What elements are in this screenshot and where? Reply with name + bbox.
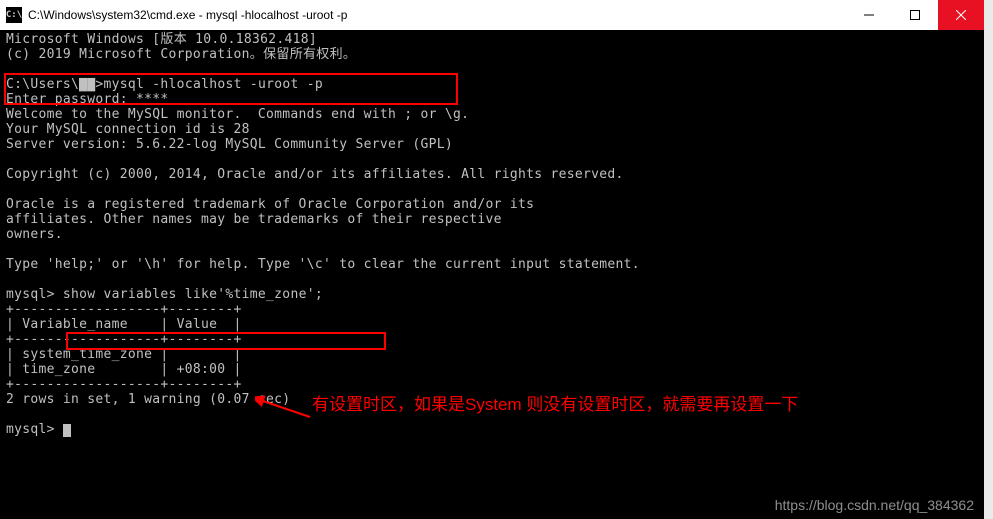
cursor [63, 424, 71, 437]
enter-password-line: Enter password: **** [6, 92, 169, 107]
close-button[interactable] [938, 0, 984, 30]
annotation-text: 有设置时区，如果是System 则没有设置时区，就需要再设置一下 [312, 390, 798, 415]
titlebar-buttons [846, 0, 984, 30]
maximize-icon [910, 10, 920, 20]
login-command: mysql -hlocalhost -uroot -p [104, 77, 323, 92]
result-footer: 2 rows in set, 1 warning (0.07 sec) [6, 392, 290, 407]
table-header: | Variable_name | Value | [6, 317, 242, 332]
mysql-query: show variables like'%time_zone'; [55, 287, 323, 302]
table-border-mid: +------------------+--------+ [6, 332, 242, 347]
table-border-top: +------------------+--------+ [6, 302, 242, 317]
shell-prompt-suffix: > [95, 77, 103, 92]
mysql-prompt: mysql> [6, 422, 55, 437]
shell-prompt-path: C:\Users\ [6, 77, 79, 92]
table-row: | system_time_zone | | [6, 347, 242, 362]
watermark: https://blog.csdn.net/qq_384362 [775, 497, 974, 513]
table-row: | time_zone | +08:00 | [6, 362, 242, 377]
terminal-output[interactable]: Microsoft Windows [版本 10.0.18362.418] (c… [0, 30, 984, 519]
redacted-user: ▇▇ [79, 77, 95, 92]
os-header: Microsoft Windows [版本 10.0.18362.418] (c… [6, 32, 356, 62]
mysql-prompt: mysql> [6, 287, 55, 302]
cmd-window: C:\ C:\Windows\system32\cmd.exe - mysql … [0, 0, 984, 519]
cmd-icon: C:\ [6, 7, 22, 23]
table-border-bottom: +------------------+--------+ [6, 377, 242, 392]
window-title: C:\Windows\system32\cmd.exe - mysql -hlo… [28, 8, 846, 22]
close-icon [956, 10, 966, 20]
maximize-button[interactable] [892, 0, 938, 30]
mysql-welcome: Welcome to the MySQL monitor. Commands e… [6, 107, 640, 272]
minimize-button[interactable] [846, 0, 892, 30]
minimize-icon [864, 10, 874, 20]
titlebar[interactable]: C:\ C:\Windows\system32\cmd.exe - mysql … [0, 0, 984, 30]
